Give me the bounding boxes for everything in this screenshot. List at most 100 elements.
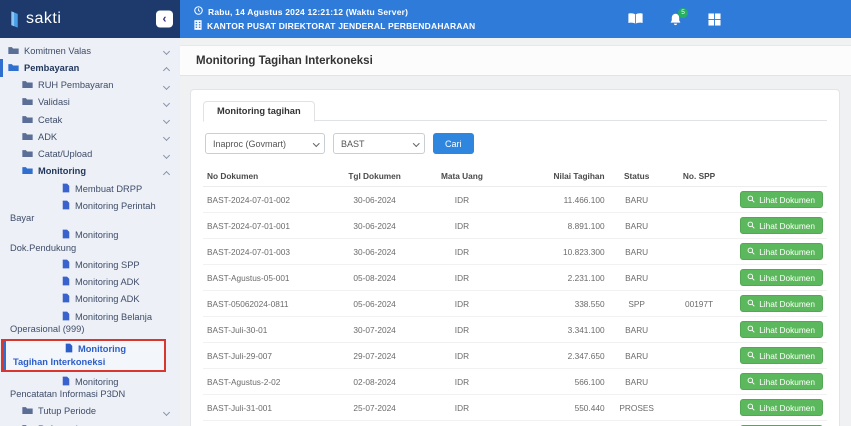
table-row: BAST-2024-07-01-00330-06-2024IDR10.823.3… [203,239,827,265]
lihat-dokumen-button[interactable]: Lihat Dokumen [740,217,823,234]
building-icon [194,20,202,32]
cell-actions: Lihat Dokumen [733,213,827,239]
cell-no-dokumen: bastpenanandua_2aug202> [203,421,328,426]
cell-status: BARU [609,369,665,395]
doc-icon [36,259,70,271]
source-select[interactable]: Inaproc (Govmart) [205,133,325,154]
cell-tgl-dokumen: 25-07-2024 [328,421,422,426]
column-header-no-dokumen: No Dokumen [203,166,328,187]
sidebar-item-monitoring-dok-pendukung[interactable]: Monitoring Dok.Pendukung [0,227,180,257]
sidebar-item-adk[interactable]: ADK [0,128,180,145]
cell-no-dokumen: BAST-Juli-29-007 [203,343,328,369]
sidebar-item-monitoring-adk[interactable]: Monitoring ADK [0,291,180,308]
sidebar-nav: Komitmen Valas PembayaranRUH Pembayaran Va… [0,42,180,426]
tabs-row: Monitoring tagihan [203,100,827,121]
sidebar-item-validasi[interactable]: Validasi [0,94,180,111]
page-title: Monitoring Tagihan Interkoneksi [196,55,835,67]
column-header-actions [733,166,827,187]
chevron-down-icon [163,409,170,416]
search-icon [747,247,755,257]
cell-nilai-tagihan: 10.823.300 [503,239,609,265]
lihat-dokumen-label: Lihat Dokumen [759,351,815,361]
sidebar-item-monitoring-pencatatan-informasi-p3dn[interactable]: Monitoring Pencatatan Informasi P3DN [0,373,180,403]
lihat-dokumen-button[interactable]: Lihat Dokumen [740,399,823,416]
table-row: BAST-Agustus-2-0202-08-2024IDR566.100BAR… [203,369,827,395]
search-icon [747,221,755,231]
sidebar-item-label: ADK [38,132,57,142]
chevron-down-icon [413,140,419,146]
cell-nilai-tagihan: 11.466.100 [503,187,609,213]
folder-icon [22,148,33,160]
topbar-info: Rabu, 14 Agustus 2024 12:21:12 (Waktu Se… [180,0,475,38]
lihat-dokumen-label: Lihat Dokumen [759,195,815,205]
cell-status: PROSES [609,395,665,421]
app-logo: sakti [26,10,61,28]
filter-row: Inaproc (Govmart) BAST Cari [205,133,825,154]
table-body: BAST-2024-07-01-00230-06-2024IDR11.466.1… [203,187,827,426]
sidebar-item-pembayaran[interactable]: Pembayaran [0,59,180,76]
cell-tgl-dokumen: 05-08-2024 [328,265,422,291]
lihat-dokumen-button[interactable]: Lihat Dokumen [740,191,823,208]
cell-mata-uang: IDR [421,239,502,265]
topbar: sakti ‹ Rabu, 14 Agustus 2024 12:21:12 (… [0,0,851,38]
book-icon[interactable] [628,13,643,25]
lihat-dokumen-label: Lihat Dokumen [759,403,815,413]
cell-mata-uang: IDR [421,213,502,239]
sidebar-item-referensi[interactable]: Referensi [0,420,180,426]
cell-actions: Lihat Dokumen [733,265,827,291]
doc-icon [36,229,70,241]
search-icon [747,325,755,335]
sidebar-item-monitoring-perintah-bayar[interactable]: Monitoring Perintah Bayar [0,197,180,227]
sidebar-item-komitmen-valas[interactable]: Komitmen Valas [0,42,180,59]
cell-no-spp [665,265,734,291]
sidebar-item-tutup-periode[interactable]: Tutup Periode [0,403,180,420]
chevron-down-icon [313,140,319,146]
sidebar-item-membuat-drpp[interactable]: Membuat DRPP [0,180,180,197]
sidebar-item-label: Validasi [38,97,70,107]
column-header-tgl-dokumen: Tgl Dokumen [328,166,422,187]
sidebar-item-cetak[interactable]: Cetak [0,111,180,128]
sidebar-collapse-button[interactable]: ‹ [156,11,173,28]
cell-no-spp [665,369,734,395]
lihat-dokumen-button[interactable]: Lihat Dokumen [740,295,823,312]
sidebar-item-monitoring-adk[interactable]: Monitoring ADK [0,274,180,291]
tab-monitoring-tagihan[interactable]: Monitoring tagihan [203,101,315,122]
folder-icon [22,405,33,417]
folder-icon [22,131,33,143]
cell-tgl-dokumen: 30-06-2024 [328,213,422,239]
cell-mata-uang: IDR [421,369,502,395]
search-icon [747,377,755,387]
search-icon [747,195,755,205]
sidebar: Komitmen Valas PembayaranRUH Pembayaran Va… [0,38,180,426]
table-row: BAST-05062024-081105-06-2024IDR338.550SP… [203,291,827,317]
sidebar-item-monitoring-belanja-operasional-999[interactable]: Monitoring Belanja Operasional (999) [0,308,180,338]
cell-no-dokumen: BAST-Agustus-05-001 [203,265,328,291]
sidebar-item-monitoring-tagihan-interkoneksi[interactable]: Monitoring Tagihan Interkoneksi [1,339,166,373]
grid-icon[interactable] [708,13,721,26]
folder-icon [8,45,19,57]
cell-actions: Lihat Dokumen [733,395,827,421]
cell-actions: Lihat Dokumen [733,343,827,369]
lihat-dokumen-button[interactable]: Lihat Dokumen [740,243,823,260]
doc-icon [36,293,70,305]
cell-no-spp [665,421,734,426]
sidebar-item-catat-upload[interactable]: Catat/Upload [0,146,180,163]
doctype-select[interactable]: BAST [333,133,425,154]
sidebar-item-monitoring[interactable]: Monitoring [0,163,180,180]
lihat-dokumen-button[interactable]: Lihat Dokumen [740,347,823,364]
doctype-select-value: BAST [341,139,365,149]
cell-no-spp [665,343,734,369]
sidebar-item-ruh-pembayaran[interactable]: RUH Pembayaran [0,77,180,94]
lihat-dokumen-button[interactable]: Lihat Dokumen [740,373,823,390]
cari-button[interactable]: Cari [433,133,474,154]
cell-nilai-tagihan: 2.231.100 [503,265,609,291]
cell-mata-uang: IDR [421,343,502,369]
cell-mata-uang: IDR [421,291,502,317]
cell-mata-uang: IDR [421,265,502,291]
chevron-left-icon: ‹ [163,12,167,26]
lihat-dokumen-button[interactable]: Lihat Dokumen [740,321,823,338]
lihat-dokumen-button[interactable]: Lihat Dokumen [740,269,823,286]
sidebar-item-label: Komitmen Valas [24,46,91,56]
sidebar-item-monitoring-spp[interactable]: Monitoring SPP [0,256,180,273]
bell-icon[interactable]: 5 [669,13,682,26]
